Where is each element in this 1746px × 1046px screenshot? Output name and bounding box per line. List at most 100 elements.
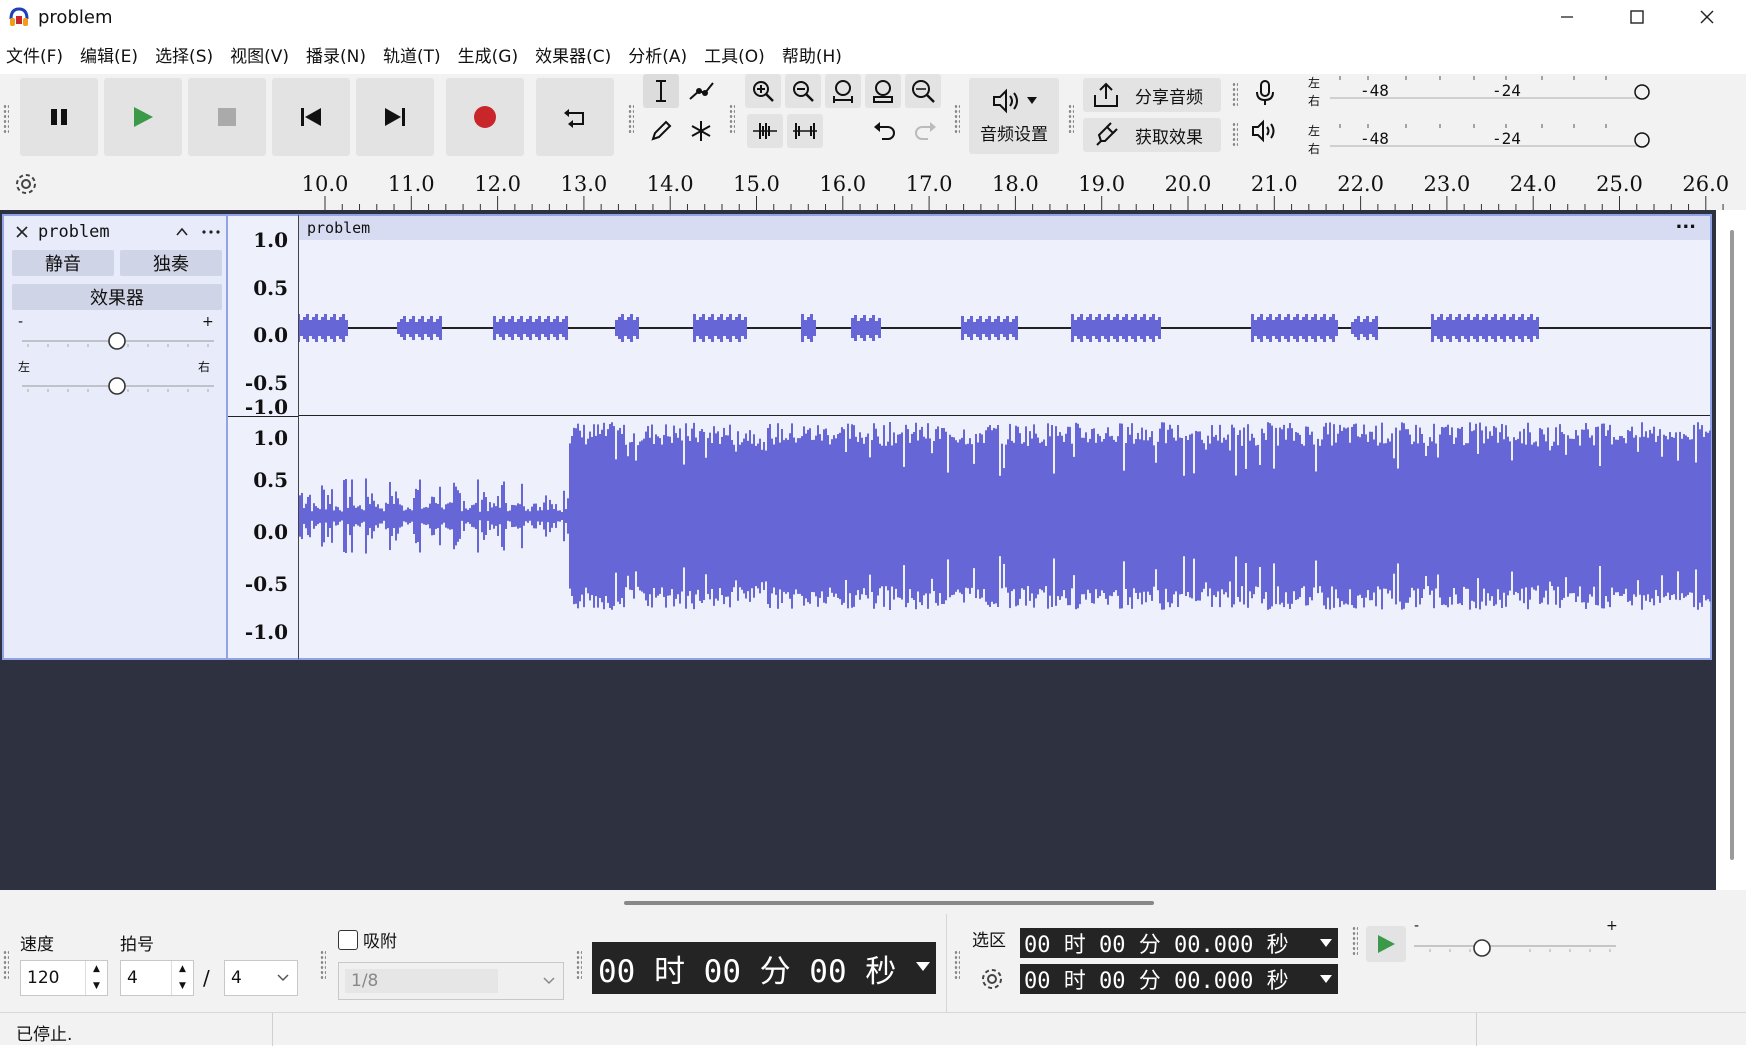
audio-setup-button[interactable]: 音频设置 xyxy=(969,78,1059,154)
maximize-button[interactable] xyxy=(1602,0,1672,34)
mute-button[interactable]: 静音 xyxy=(12,250,114,276)
play-at-speed-button[interactable] xyxy=(1366,926,1406,962)
loop-button[interactable] xyxy=(536,78,614,156)
track-effects-button[interactable]: 效果器 xyxy=(12,284,222,310)
horizontal-scroll-thumb[interactable] xyxy=(624,901,1154,905)
track-collapse-button[interactable] xyxy=(174,224,190,245)
menu-help[interactable]: 帮助(H) xyxy=(776,42,853,67)
play-icon xyxy=(1378,935,1395,953)
snap-checkbox[interactable] xyxy=(338,930,358,950)
playback-meter-button[interactable] xyxy=(1247,114,1283,148)
selection-end-time[interactable]: 00 时 00 分 00.000 秒 xyxy=(1020,964,1338,994)
share-audio-button[interactable]: 分享音频 xyxy=(1083,78,1221,112)
pause-icon xyxy=(51,109,67,125)
playback-level-meter[interactable]: 左 右 -48 -24 xyxy=(1306,122,1651,158)
speaker-meter-icon xyxy=(1252,119,1275,143)
gain-slider[interactable] xyxy=(18,328,218,354)
zoom-out-button[interactable] xyxy=(785,74,821,108)
solo-button[interactable]: 独奏 xyxy=(120,250,222,276)
audio-setup-grip[interactable] xyxy=(954,104,960,134)
toolbar: 音频设置 分享音频 获取效果 左 右 -48 -24 左 右 -48 -24 xyxy=(0,74,1746,164)
track-close-button[interactable] xyxy=(14,224,30,245)
zoom-toggle-icon xyxy=(912,80,935,103)
snap-grip[interactable] xyxy=(320,950,326,980)
envelope-tool-button[interactable] xyxy=(683,74,719,108)
tempo-stepper[interactable]: ▲ ▼ xyxy=(85,961,107,995)
menu-view[interactable]: 视图(V) xyxy=(224,42,300,67)
stop-button[interactable] xyxy=(188,78,266,156)
skip-start-icon xyxy=(301,108,321,126)
playback-meter-scale xyxy=(1330,124,1650,148)
toolbar-grip[interactable] xyxy=(3,104,9,134)
vertical-scroll-thumb[interactable] xyxy=(1730,230,1734,860)
redo-icon xyxy=(915,122,936,140)
edit-grip[interactable] xyxy=(729,104,735,134)
trim-audio-icon xyxy=(753,123,777,139)
fit-project-button[interactable] xyxy=(865,74,901,108)
time-grip[interactable] xyxy=(576,950,582,980)
menu-file[interactable]: 文件(F) xyxy=(0,42,74,67)
ruler-tick-label: 25.0 xyxy=(1596,172,1643,196)
minimize-button[interactable] xyxy=(1532,0,1602,34)
draw-tool-button[interactable] xyxy=(643,114,679,148)
zoom-toggle-button[interactable] xyxy=(905,74,941,108)
record-level-meter[interactable]: 左 右 -48 -24 xyxy=(1306,74,1651,110)
get-effects-button[interactable]: 获取效果 xyxy=(1083,118,1221,152)
meter-tick-label: -48 xyxy=(1360,129,1389,148)
menu-effect[interactable]: 效果器(C) xyxy=(529,42,622,67)
tools-grip[interactable] xyxy=(628,104,634,134)
menu-generate[interactable]: 生成(G) xyxy=(452,42,529,67)
amp-label: 1.0 xyxy=(253,228,288,252)
play-button[interactable] xyxy=(104,78,182,156)
menu-tracks[interactable]: 轨道(T) xyxy=(377,42,452,67)
track-name[interactable]: problem xyxy=(38,222,110,242)
chevron-down-icon xyxy=(916,962,930,971)
redo-button[interactable] xyxy=(907,114,943,148)
close-button[interactable] xyxy=(1672,0,1742,34)
snap-select[interactable]: 1/8 xyxy=(338,962,564,1000)
time-signature-grip[interactable] xyxy=(3,950,9,980)
record-meter-button[interactable] xyxy=(1247,76,1283,110)
track-area[interactable]: problem 静音 独奏 效果器 - + 左 右 1.0 0.5 0.0 -0… xyxy=(0,210,1746,890)
waveform[interactable] xyxy=(299,216,1711,658)
ruler-tick-label: 23.0 xyxy=(1423,172,1471,196)
i-beam-icon xyxy=(656,80,666,102)
microphone-icon xyxy=(1256,80,1274,105)
play-speed-slider[interactable] xyxy=(1410,932,1620,960)
tempo-input[interactable]: 120 ▲ ▼ xyxy=(20,960,108,996)
fit-selection-button[interactable] xyxy=(825,74,861,108)
selection-start-time[interactable]: 00 时 00 分 00.000 秒 xyxy=(1020,928,1338,958)
selection-settings-button[interactable] xyxy=(974,962,1010,996)
menu-edit[interactable]: 编辑(E) xyxy=(74,42,149,67)
plug-icon xyxy=(1096,122,1118,146)
undo-button[interactable] xyxy=(867,114,903,148)
multi-tool-button[interactable] xyxy=(683,114,719,148)
vertical-scrollbar[interactable] xyxy=(1722,210,1746,890)
share-grip[interactable] xyxy=(1068,104,1074,134)
skip-to-end-button[interactable] xyxy=(356,78,434,156)
silence-button[interactable] xyxy=(787,114,823,148)
time-signature-numerator[interactable]: 4 ▲ ▼ xyxy=(120,960,194,996)
playback-meter-grip[interactable] xyxy=(1232,122,1238,146)
record-button[interactable] xyxy=(446,78,524,156)
menu-tools[interactable]: 工具(O) xyxy=(698,42,776,67)
record-meter-grip[interactable] xyxy=(1232,82,1238,106)
zoom-in-button[interactable] xyxy=(745,74,781,108)
pause-button[interactable] xyxy=(20,78,98,156)
audio-clip[interactable]: problem ... xyxy=(298,212,1712,660)
menu-transport[interactable]: 播录(N) xyxy=(300,42,377,67)
time-display[interactable]: 00 时 00 分 00 秒 xyxy=(592,942,936,994)
selection-grip[interactable] xyxy=(954,950,960,980)
horizontal-scrollbar[interactable] xyxy=(0,890,1746,914)
menu-select[interactable]: 选择(S) xyxy=(149,42,224,67)
skip-to-start-button[interactable] xyxy=(272,78,350,156)
pan-slider[interactable] xyxy=(18,373,218,399)
track-menu-button[interactable] xyxy=(200,224,222,245)
time-signature-denominator[interactable]: 4 xyxy=(224,960,298,996)
timeline-ruler[interactable]: 10.0 11.0 12.0 13.0 14.0 15.0 16.0 17.0 18.0 19.0… xyxy=(0,164,1746,210)
play-at-speed-grip[interactable] xyxy=(1352,926,1358,956)
menu-analyze[interactable]: 分析(A) xyxy=(622,42,698,67)
selection-tool-button[interactable] xyxy=(643,74,679,108)
trim-outside-button[interactable] xyxy=(747,114,783,148)
numerator-stepper[interactable]: ▲ ▼ xyxy=(171,961,193,995)
